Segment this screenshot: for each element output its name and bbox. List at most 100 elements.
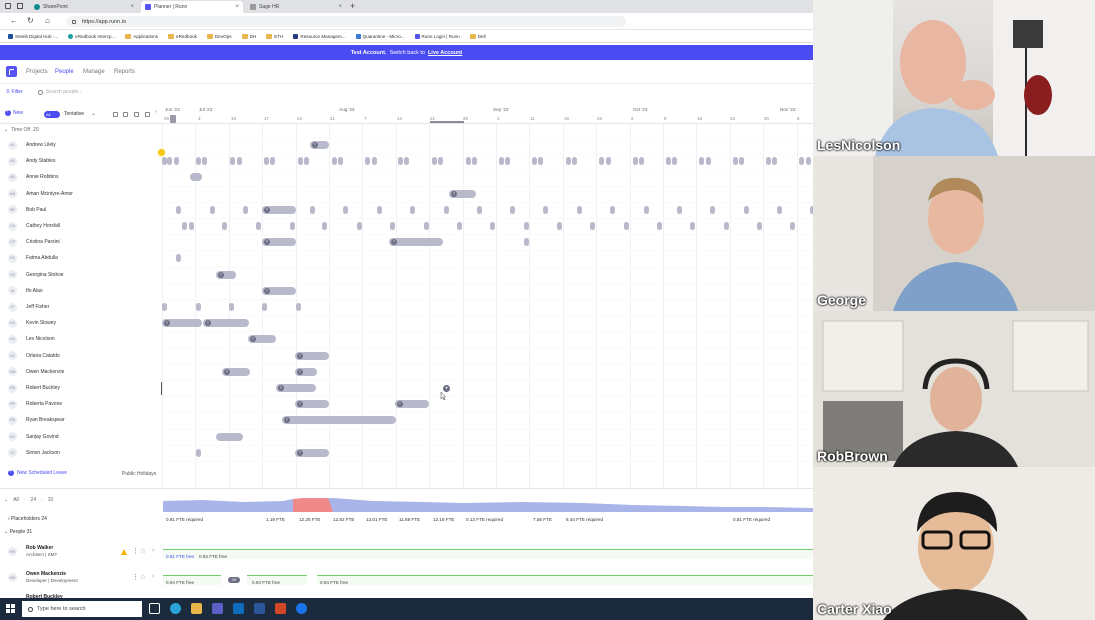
public-holidays-link[interactable]: Public Holidays — [122, 471, 156, 477]
person-row[interactable]: RB Ryan Breakspear — [0, 412, 160, 428]
person-row[interactable]: LN Les Nicolson — [0, 331, 160, 347]
time-off-day[interactable] — [202, 157, 207, 166]
time-off-day[interactable] — [343, 205, 348, 214]
close-tab-icon[interactable]: × — [130, 4, 134, 10]
time-off-day[interactable] — [744, 205, 749, 214]
time-off-day[interactable] — [304, 157, 309, 166]
time-off-day[interactable] — [432, 157, 437, 166]
time-off-day[interactable] — [424, 222, 429, 230]
time-off-day[interactable] — [243, 205, 248, 214]
time-off-day[interactable] — [606, 157, 611, 166]
time-off-day[interactable] — [182, 222, 187, 230]
time-off-day[interactable] — [610, 205, 615, 214]
time-off-day[interactable] — [372, 157, 377, 166]
person-name[interactable]: Andrew Lilely — [26, 142, 56, 148]
time-off-day[interactable] — [757, 222, 762, 230]
file-explorer-icon[interactable] — [191, 603, 202, 614]
person-row[interactable]: CH Cathey Horsfall — [0, 218, 160, 234]
time-off-grid[interactable]: T T T T T T T T T T T T T T T T T T — [162, 124, 813, 489]
person-capacity-row[interactable]: OM Owen Mackenzie Developer | Developmen… — [0, 567, 813, 591]
time-off-day[interactable] — [510, 205, 515, 214]
edge-icon[interactable] — [170, 603, 181, 614]
time-off-day[interactable] — [296, 303, 301, 311]
time-off-day[interactable] — [264, 157, 269, 166]
bookmark-item[interactable]: ETH — [262, 33, 287, 39]
time-off-day[interactable] — [524, 222, 529, 230]
person-name[interactable]: Orlaria Cataldo — [26, 353, 60, 359]
tab-planner[interactable]: Planner | Runn × — [141, 1, 243, 13]
time-off-day[interactable] — [189, 222, 194, 230]
time-off-day[interactable] — [577, 205, 582, 214]
tentative-select[interactable]: Tentative — [64, 111, 84, 117]
person-name[interactable]: Rob Walker — [26, 545, 53, 551]
chevron-down-icon[interactable]: ⌄ — [91, 110, 96, 117]
time-off-day[interactable] — [466, 157, 471, 166]
timeline-position-marker[interactable] — [170, 115, 176, 123]
time-off-day[interactable] — [572, 157, 577, 166]
participant-tile[interactable]: LesNicolson — [813, 0, 1095, 156]
person-name[interactable]: Cristina Parsini — [26, 239, 60, 245]
time-off-bar[interactable]: T — [162, 319, 202, 328]
bookmark-item[interactable]: DH — [238, 33, 261, 39]
bookmark-item[interactable]: DevOps — [203, 33, 236, 39]
person-name[interactable]: Georgina Stokoe — [26, 272, 64, 278]
time-off-day[interactable] — [538, 157, 543, 166]
time-off-bar[interactable] — [190, 173, 202, 182]
time-off-day[interactable] — [222, 222, 227, 230]
time-off-day[interactable] — [657, 222, 662, 230]
time-off-day[interactable] — [624, 222, 629, 230]
nav-projects[interactable]: Projects — [26, 69, 48, 75]
time-off-day[interactable] — [772, 157, 777, 166]
close-tab-icon[interactable]: × — [338, 4, 342, 10]
time-off-day[interactable] — [524, 238, 529, 247]
time-off-day[interactable] — [799, 157, 804, 166]
time-off-bar[interactable]: T — [295, 400, 329, 409]
chevron-right-icon[interactable]: › — [152, 547, 154, 554]
time-off-day[interactable] — [357, 222, 362, 230]
time-off-day[interactable] — [690, 222, 695, 230]
close-tab-icon[interactable]: × — [235, 4, 239, 10]
time-off-day[interactable] — [590, 222, 595, 230]
refresh-icon[interactable]: ↻ — [27, 16, 34, 25]
time-off-day[interactable] — [777, 205, 782, 214]
time-off-day[interactable] — [229, 303, 234, 311]
time-off-day[interactable] — [290, 222, 295, 230]
app-icon[interactable] — [296, 603, 307, 614]
taskbar-search-input[interactable]: Type here to search — [22, 601, 142, 617]
time-off-day[interactable] — [677, 205, 682, 214]
person-name[interactable]: Bob Paul — [26, 207, 46, 213]
window-menu-icon[interactable] — [5, 3, 11, 9]
time-off-day[interactable] — [543, 205, 548, 214]
time-off-day[interactable] — [196, 157, 201, 166]
person-row[interactable]: CP Cristina Parsini — [0, 234, 160, 250]
time-off-day[interactable] — [699, 157, 704, 166]
person-name[interactable]: Sanjay Govind — [26, 434, 59, 440]
bookmark-item[interactable]: Resource Managem... — [289, 33, 349, 39]
list-view-icon[interactable] — [134, 112, 139, 117]
time-off-bar[interactable]: T — [262, 205, 296, 214]
new-button[interactable]: New — [5, 109, 23, 116]
availability-bar[interactable] — [317, 575, 813, 585]
time-off-day[interactable] — [557, 222, 562, 230]
time-off-day[interactable] — [477, 205, 482, 214]
person-row[interactable]: RB Robert Buckley — [0, 380, 160, 396]
person-capacity-row[interactable]: RW Rob Walker Architect | SMT ⋮ ☆ › 0.81… — [0, 541, 813, 565]
time-off-section-header[interactable]: ⌄ Time Off 20 — [4, 127, 39, 133]
bookmark-item[interactable]: Dell — [466, 33, 490, 39]
time-off-day[interactable] — [806, 157, 811, 166]
time-off-day[interactable] — [499, 157, 504, 166]
search-people-input[interactable]: Search people... — [38, 89, 82, 95]
person-row[interactable]: GS Georgina Stokoe — [0, 267, 160, 283]
bookmark-item[interactable]: Quarantine - Micro... — [352, 33, 409, 39]
time-off-day[interactable] — [766, 157, 771, 166]
person-row[interactable]: AS Andy Stables — [0, 153, 160, 169]
time-off-day[interactable] — [262, 303, 267, 311]
time-off-bar[interactable]: T — [395, 400, 429, 409]
new-tab-icon[interactable]: + — [350, 1, 355, 11]
time-off-day[interactable] — [310, 205, 315, 214]
person-name[interactable]: Ryan Breakspear — [26, 417, 65, 423]
time-off-day[interactable] — [174, 157, 179, 166]
participant-tile[interactable]: Carter Xiao — [813, 467, 1095, 620]
time-off-day[interactable] — [472, 157, 477, 166]
person-row[interactable]: AM Aman Mcintyre-Amor — [0, 186, 160, 202]
